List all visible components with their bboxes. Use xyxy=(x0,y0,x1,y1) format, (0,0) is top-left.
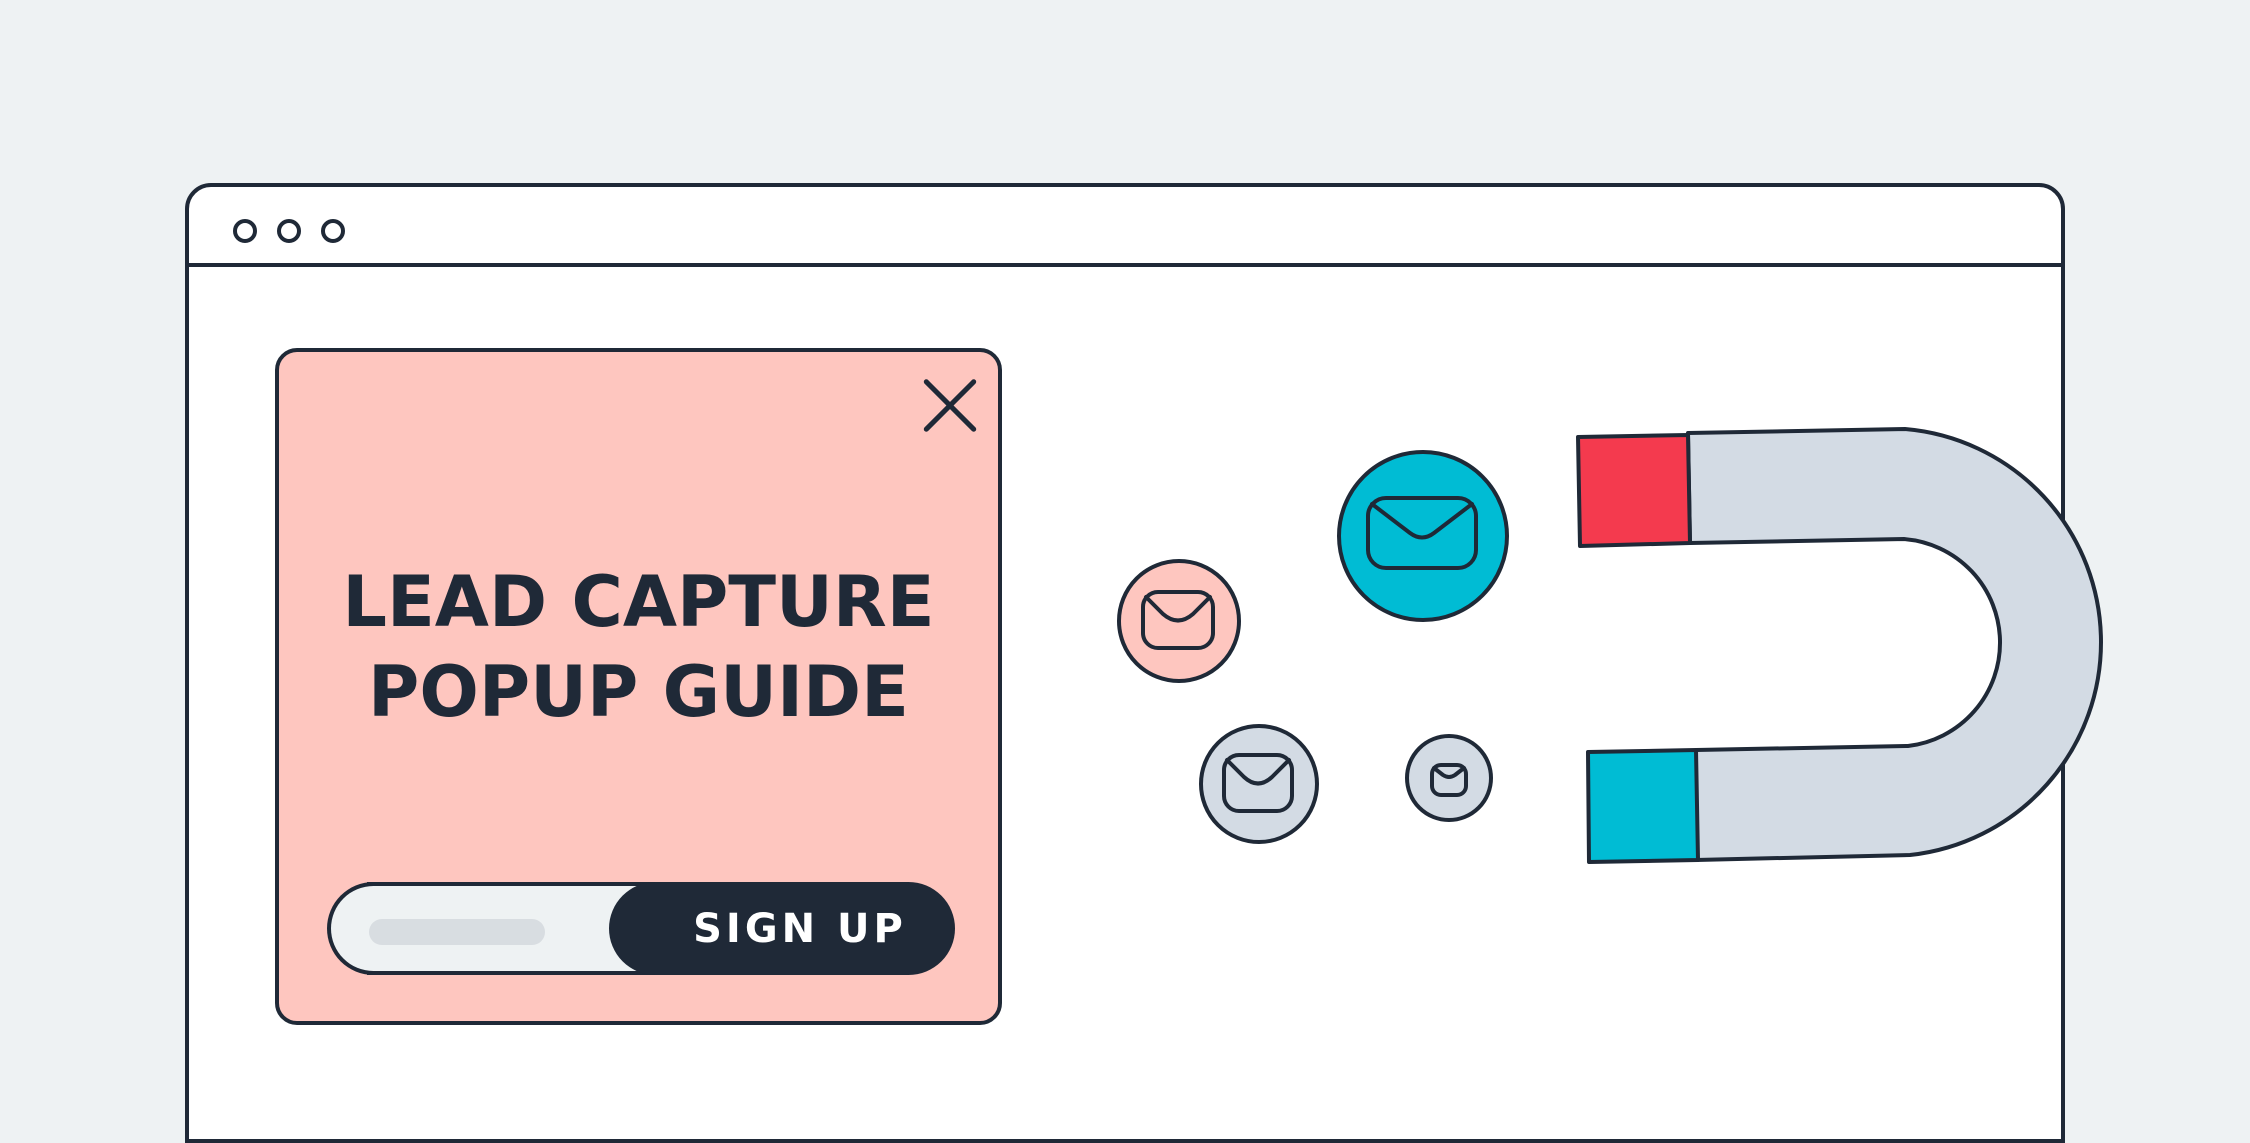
illustration-layer xyxy=(1117,427,2103,864)
magnet-icon xyxy=(1576,427,2103,864)
envelope-bubble-large xyxy=(1337,450,1509,622)
envelope-bubble-small xyxy=(1405,734,1493,822)
magnet-body xyxy=(1686,427,2103,862)
magnet-pole-red xyxy=(1576,433,1692,548)
envelope-bubble-gray xyxy=(1199,724,1319,844)
magnet-pole-cyan xyxy=(1586,748,1700,864)
envelope-bubble-pink xyxy=(1117,559,1241,683)
